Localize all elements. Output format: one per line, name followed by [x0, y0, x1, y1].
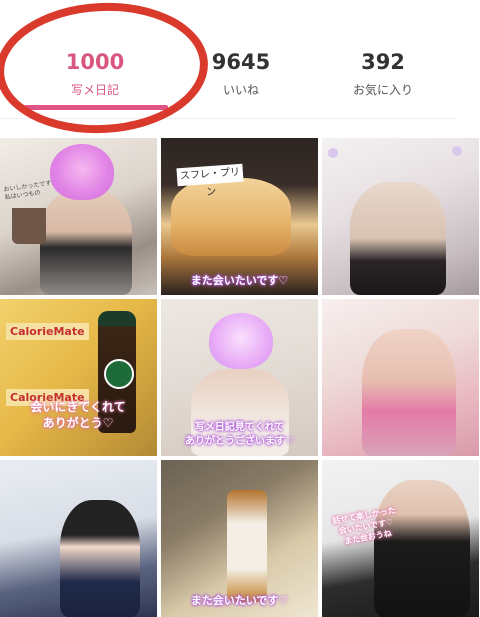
photo-subject	[362, 329, 456, 456]
photo-tile-6[interactable]	[322, 299, 479, 456]
photo-tile-5[interactable]: 写メ日記見てくれて ありがとうございます♡	[161, 299, 318, 456]
favorites-count: 392	[361, 50, 405, 74]
profile-stats-bar: 1000 写メ日記 9645 いいね 392 お気に入り	[0, 0, 480, 139]
photo-tile-7[interactable]	[0, 460, 157, 617]
bottle-logo-icon	[104, 359, 134, 389]
tea-bottle-image	[227, 490, 267, 602]
heart-censor-icon	[209, 313, 273, 369]
heart-censor-icon	[50, 144, 114, 200]
product-brand-label: CalorieMate	[6, 323, 89, 340]
photo-tile-2[interactable]: スフレ・プリン また会いたいです♡	[161, 138, 318, 295]
illustration-subject	[60, 500, 140, 617]
photo-subject	[350, 182, 446, 295]
photo-subject	[40, 190, 132, 295]
tile-caption: 写メ日記見てくれて ありがとうございます♡	[185, 422, 294, 447]
photo-subject	[374, 480, 470, 617]
pudding-image	[171, 178, 291, 256]
photo-tile-9[interactable]: 話せて楽しかった 会いたいです♡ また会おうね	[322, 460, 479, 617]
heart-sticker-icon	[328, 148, 338, 158]
favorites-label: お気に入り	[352, 83, 413, 97]
tile-caption: 会いにきてくれて ありがとう♡	[30, 400, 126, 430]
photo-tile-8[interactable]: また会いたいです♡	[161, 460, 318, 617]
photo-tile-3[interactable]	[322, 138, 479, 295]
photo-tile-1[interactable]: おいしかったですか 私はいつもの	[0, 138, 157, 295]
tile-caption: また会いたいです♡	[190, 274, 289, 287]
tab-favorites[interactable]: 392 お気に入り	[308, 50, 458, 98]
photo-tile-4[interactable]: CalorieMate CalorieMate 会いにきてくれて ありがとう♡	[0, 299, 157, 456]
photo-grid: おいしかったですか 私はいつもの スフレ・プリン また会いたいです♡ Calori…	[0, 138, 480, 617]
heart-sticker-icon	[452, 146, 462, 156]
coffee-cup-image	[12, 208, 46, 244]
